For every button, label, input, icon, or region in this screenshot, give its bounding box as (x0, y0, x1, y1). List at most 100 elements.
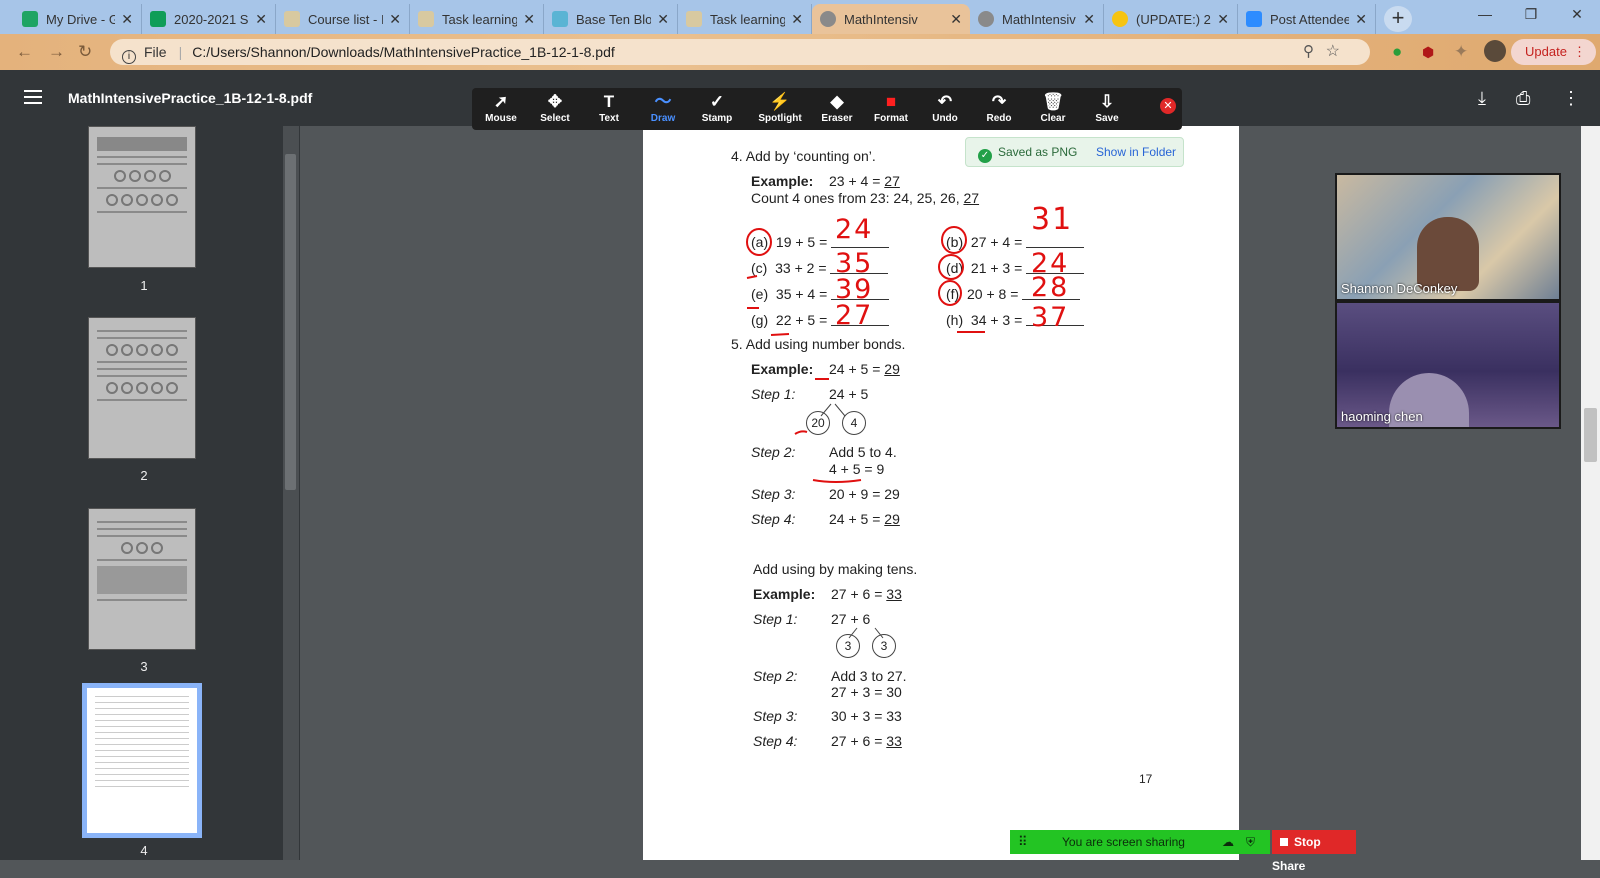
format-icon: ■ (885, 92, 897, 111)
video-tile[interactable]: Shannon DeConkey (1335, 173, 1561, 301)
browser-tab[interactable]: Base Ten Bloc ✕ (544, 4, 678, 34)
format-tool-button[interactable]: ■ Format (866, 92, 916, 124)
page-number-label: 4 (140, 843, 148, 858)
close-toolbar-button[interactable]: ✕ (1160, 98, 1176, 114)
restore-button[interactable]: ❐ (1508, 0, 1554, 30)
minimize-button[interactable]: — (1462, 0, 1508, 30)
spotlight-tool-button[interactable]: ⚡ Spotlight (750, 92, 810, 124)
drag-handle-icon[interactable]: ⠿ (1018, 830, 1028, 854)
browser-tab[interactable]: MathIntensiv ✕ (970, 4, 1104, 34)
cloud-icon: ☁ (1222, 835, 1234, 849)
saved-notification: ✓ Saved as PNG Show in Folder (965, 137, 1184, 167)
page-thumbnail-current[interactable] (82, 683, 202, 838)
spotlight-icon: ⚡ (769, 92, 791, 111)
section-title: Add using by making tens. (753, 561, 918, 577)
close-tab-icon[interactable]: ✕ (950, 11, 962, 28)
drive-icon (22, 11, 38, 27)
scrollbar-thumb[interactable] (285, 154, 296, 490)
step-text: 27 + 6 (831, 611, 871, 627)
example-label: Example: (751, 361, 814, 377)
forward-icon[interactable]: → (48, 42, 65, 62)
step-text: Add 3 to 27. (831, 668, 907, 684)
close-tab-icon[interactable]: ✕ (121, 11, 133, 28)
step-label: Step 4: (751, 511, 796, 527)
select-tool-button[interactable]: ✥ Select (530, 92, 580, 124)
reload-icon[interactable]: ↻ (78, 42, 92, 62)
extension-icon[interactable]: ● (1392, 42, 1402, 62)
browser-tab[interactable]: (UPDATE:) 27 ✕ (1104, 4, 1238, 34)
close-tab-icon[interactable]: ✕ (389, 11, 401, 28)
ublock-icon[interactable]: ⬢ (1422, 44, 1434, 61)
page-thumbnail[interactable] (88, 126, 196, 268)
save-button[interactable]: ⇩ Save (1082, 92, 1132, 124)
clear-button[interactable]: 🗑 Clear (1028, 92, 1078, 124)
show-in-folder-link[interactable]: Show in Folder (1096, 138, 1176, 166)
page-icon (686, 11, 702, 27)
close-tab-icon[interactable]: ✕ (1083, 11, 1095, 28)
download-icon[interactable]: ⤓ (1478, 88, 1486, 109)
browser-tab[interactable]: Course list - I ✕ (276, 4, 410, 34)
address-bar[interactable]: i File | C:/Users/Shannon/Downloads/MathInt… (110, 39, 1370, 65)
browser-tab[interactable]: Task learning ✕ (410, 4, 544, 34)
video-tile[interactable]: haoming chen (1335, 301, 1561, 429)
page-number-label: 2 (140, 468, 148, 483)
undo-icon: ↶ (937, 92, 953, 111)
info-icon[interactable]: i (122, 50, 136, 64)
more-vert-icon[interactable]: ⋮ (1573, 39, 1586, 65)
stop-share-button[interactable]: Stop Share (1272, 830, 1356, 873)
page-thumbnail[interactable] (88, 317, 196, 459)
draw-tool-button[interactable]: 〜 Draw (638, 92, 688, 124)
ink-annotation-layer (746, 226, 985, 483)
close-tab-icon[interactable]: ✕ (523, 11, 535, 28)
page-icon (552, 11, 568, 27)
zoom-magnifier-icon[interactable]: ⚲ (1303, 39, 1314, 65)
browser-tab-active[interactable]: MathIntensiv ✕ (812, 4, 970, 34)
globe-icon (978, 11, 994, 27)
redo-button[interactable]: ↷ Redo (974, 92, 1024, 124)
browser-tab[interactable]: 2020-2021 Sh ✕ (142, 4, 276, 34)
save-icon: ⇩ (1099, 92, 1115, 111)
scrollbar-thumb[interactable] (1584, 408, 1597, 462)
check-circle-icon: ✓ (978, 149, 992, 163)
page-number-label: 3 (140, 659, 148, 674)
close-window-button[interactable]: ✕ (1554, 0, 1600, 30)
trash-icon: 🗑 (1042, 92, 1064, 111)
step-text: 24 + 5 (829, 386, 869, 402)
profile-avatar[interactable] (1484, 40, 1506, 62)
sidebar-scrollbar[interactable] (283, 126, 299, 860)
menu-icon[interactable] (24, 90, 42, 108)
new-tab-button[interactable]: + (1384, 6, 1412, 32)
browser-tab[interactable]: My Drive - Go✕ (14, 4, 142, 34)
browser-tab-strip: My Drive - Go✕ 2020-2021 Sh✕ Course list… (0, 0, 1600, 34)
globe-icon (820, 11, 836, 27)
undo-button[interactable]: ↶ Undo (920, 92, 970, 124)
print-icon[interactable]: ⎙ (1516, 88, 1530, 109)
move-icon: ✥ (547, 92, 563, 111)
close-tab-icon[interactable]: ✕ (1355, 11, 1367, 28)
more-vert-icon[interactable]: ⋮ (1562, 88, 1580, 109)
stamp-icon: ✓ (709, 92, 725, 111)
url-text[interactable]: C:/Users/Shannon/Downloads/MathIntensive… (192, 44, 615, 60)
step-label: Step 4: (753, 733, 798, 749)
text-tool-button[interactable]: T Text (584, 92, 634, 124)
back-icon[interactable]: ← (16, 42, 33, 62)
close-tab-icon[interactable]: ✕ (657, 11, 669, 28)
close-tab-icon[interactable]: ✕ (255, 11, 267, 28)
step-label: Step 3: (751, 486, 796, 502)
close-tab-icon[interactable]: ✕ (1217, 11, 1229, 28)
close-tab-icon[interactable]: ✕ (791, 11, 803, 28)
mouse-tool-button[interactable]: ➚ Mouse (476, 92, 526, 124)
page-number-label: 1 (140, 278, 148, 293)
update-button[interactable]: Update ⋮ (1511, 39, 1596, 65)
step-label: Step 1: (753, 611, 798, 627)
page-thumbnail[interactable] (88, 508, 196, 650)
eraser-tool-button[interactable]: ◆ Eraser (812, 92, 862, 124)
bookmark-star-icon[interactable]: ☆ (1326, 39, 1340, 65)
browser-tab[interactable]: Task learning ✕ (678, 4, 812, 34)
stamp-tool-button[interactable]: ✓ Stamp (692, 92, 742, 124)
main-scrollbar[interactable] (1581, 126, 1600, 860)
browser-tab[interactable]: Post Attendee ✕ (1238, 4, 1376, 34)
update-icon (1112, 11, 1128, 27)
puzzle-icon[interactable]: ✦ (1454, 42, 1468, 62)
step-label: Step 2: (753, 668, 798, 684)
